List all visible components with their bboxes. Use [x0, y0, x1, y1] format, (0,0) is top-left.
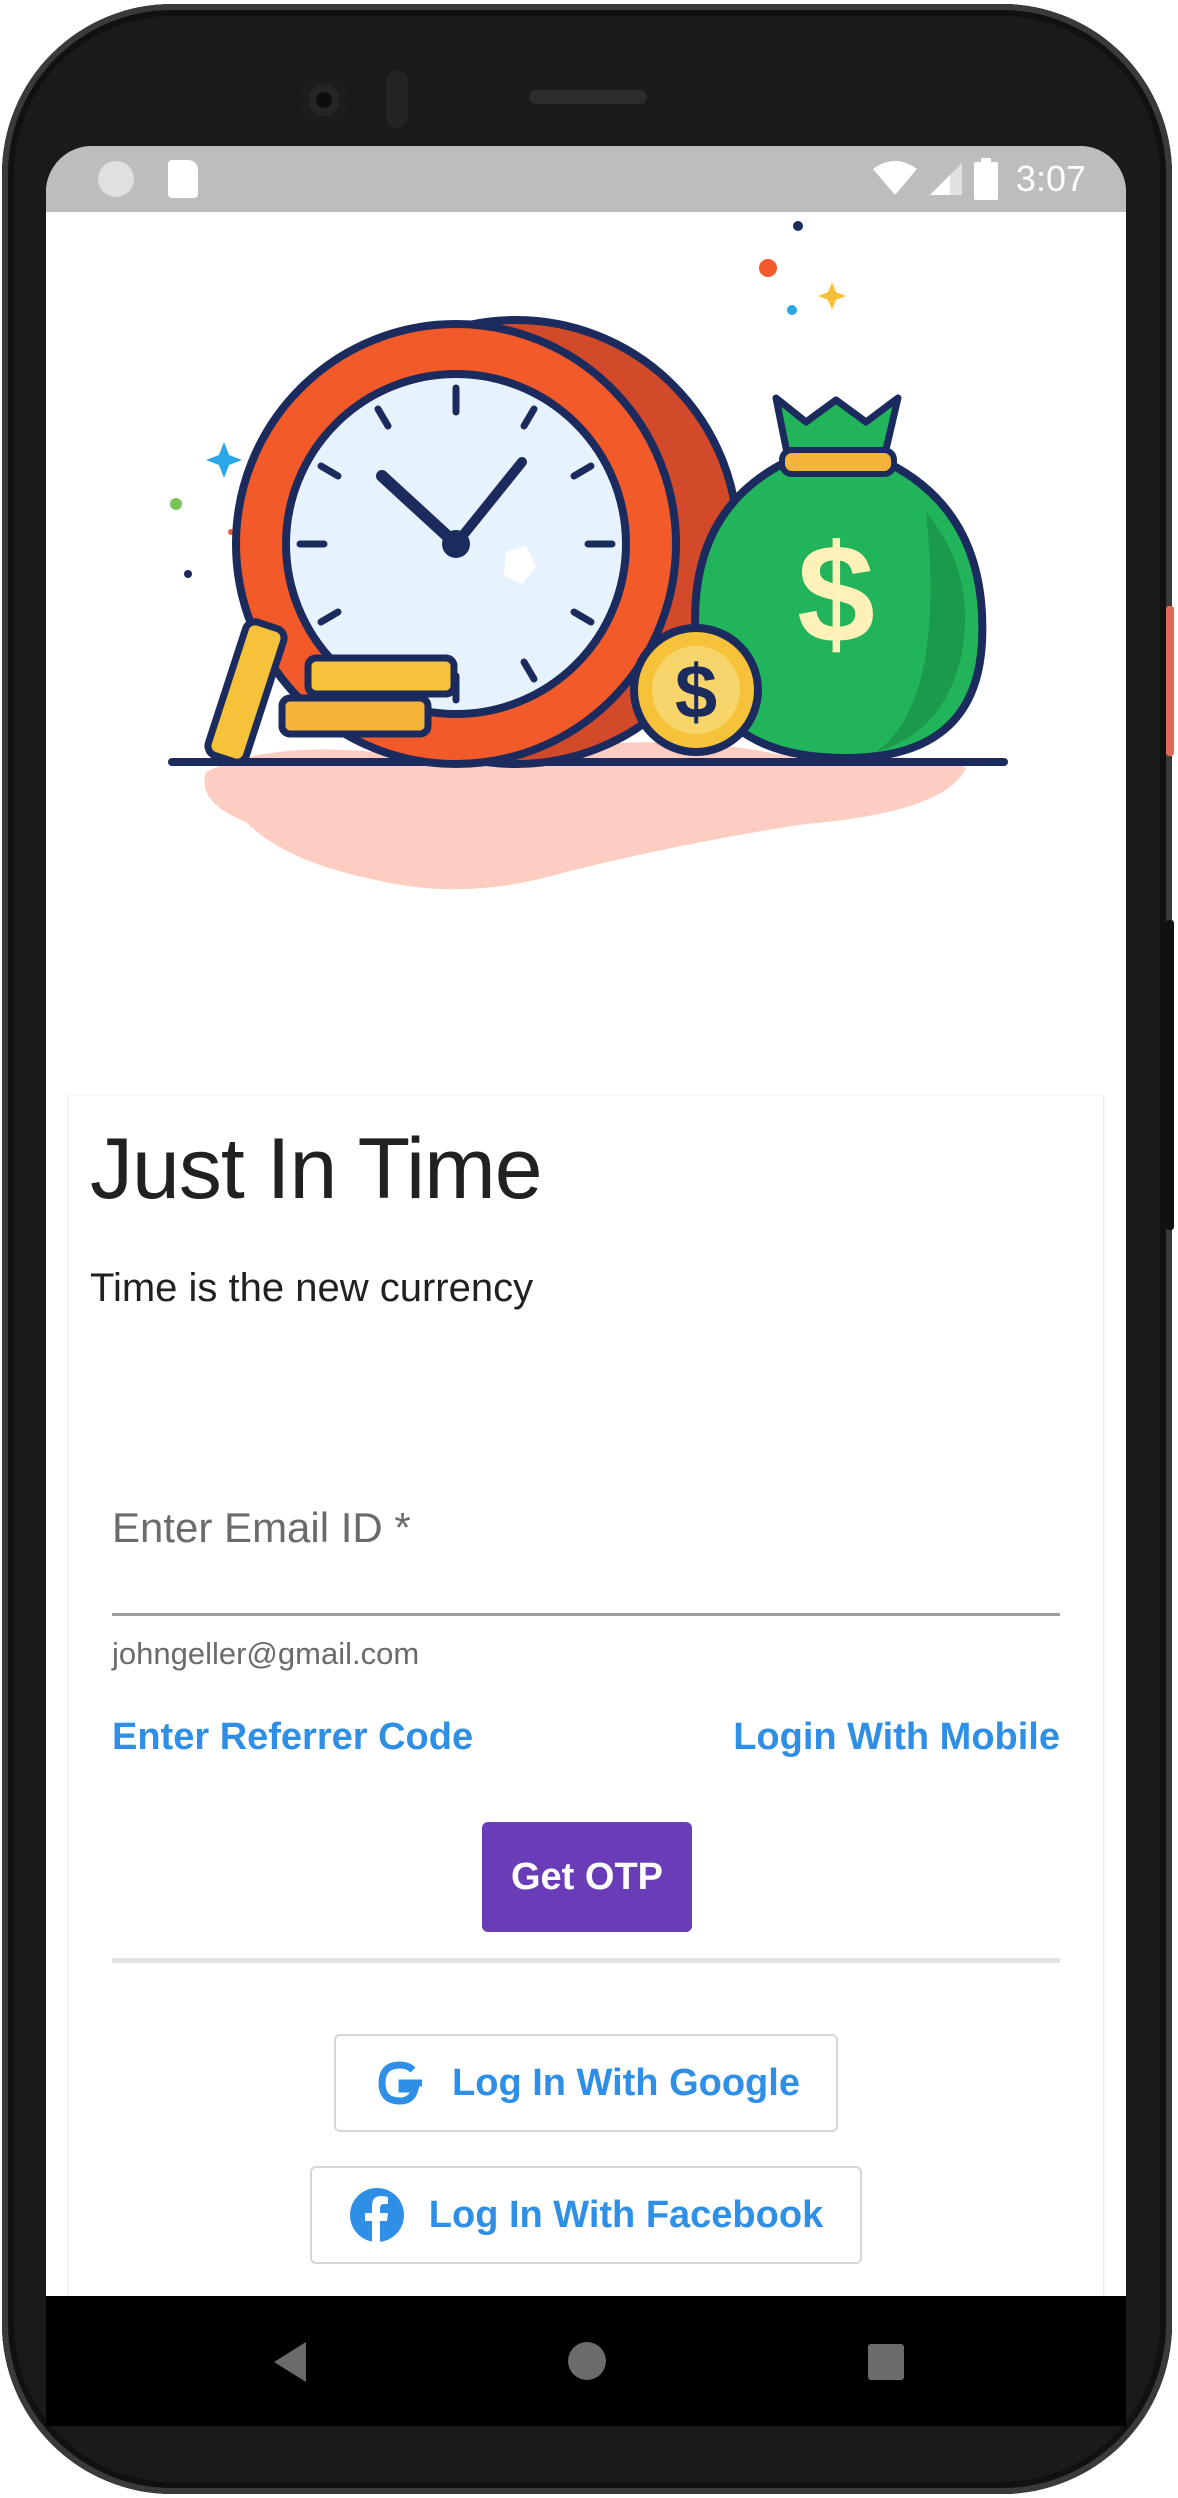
email-label: Enter Email ID *: [112, 1504, 411, 1551]
app-subtitle: Time is the new currency: [90, 1266, 534, 1310]
sd-card-icon: [168, 160, 198, 198]
app-screen: 3:07 $ $ Just In Time Time is the new cu…: [46, 146, 1126, 2296]
power-button: [1166, 606, 1174, 756]
volume-button: [1166, 920, 1174, 1230]
wifi-icon: [872, 161, 917, 195]
status-time: 3:07: [1015, 158, 1086, 199]
get-otp-button[interactable]: Get OTP: [482, 1822, 692, 1932]
facebook-icon: [349, 2188, 404, 2243]
front-camera: [298, 74, 350, 126]
facebook-login-button[interactable]: Log In With Facebook: [310, 2166, 862, 2264]
hero-illustration: $ $: [168, 221, 1008, 890]
divider: [112, 1958, 1060, 1963]
svg-text:$: $: [797, 515, 875, 672]
proximity-sensor: [386, 70, 408, 128]
home-icon[interactable]: [568, 2342, 606, 2380]
cell-signal-icon: [929, 163, 962, 195]
back-icon[interactable]: [274, 2342, 306, 2382]
google-login-label: Log In With Google: [452, 2061, 800, 2104]
login-with-mobile-link[interactable]: Login With Mobile: [733, 1716, 1060, 1759]
notification-dot-icon: [98, 161, 134, 197]
coin-icon: $: [630, 624, 762, 756]
recents-icon[interactable]: [868, 2344, 904, 2380]
referrer-code-link[interactable]: Enter Referrer Code: [112, 1716, 473, 1759]
battery-icon: [973, 158, 998, 200]
svg-text:$: $: [675, 650, 717, 735]
google-login-button[interactable]: Log In With Google: [334, 2034, 838, 2132]
google-icon: [378, 2061, 423, 2105]
earpiece-speaker: [529, 90, 647, 104]
system-nav-bar: [46, 2296, 1126, 2426]
email-helper-text: johngeller@gmail.com: [112, 1636, 420, 1671]
facebook-login-label: Log In With Facebook: [428, 2193, 824, 2236]
status-bar: 3:07: [46, 146, 1126, 212]
app-title: Just In Time: [90, 1121, 543, 1217]
